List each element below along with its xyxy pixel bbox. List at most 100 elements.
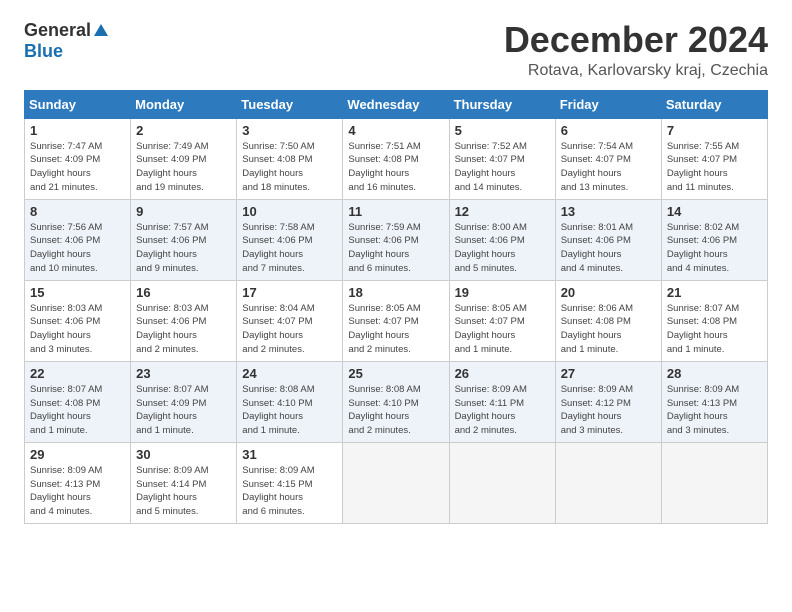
day-number: 7: [667, 123, 762, 138]
week-row-3: 15 Sunrise: 8:03 AM Sunset: 4:06 PM Dayl…: [25, 280, 768, 361]
col-thursday: Thursday: [449, 90, 555, 118]
cell-2-3: 10 Sunrise: 7:58 AM Sunset: 4:06 PM Dayl…: [237, 199, 343, 280]
col-wednesday: Wednesday: [343, 90, 449, 118]
cell-1-3: 3 Sunrise: 7:50 AM Sunset: 4:08 PM Dayli…: [237, 118, 343, 199]
title-section: December 2024 Rotava, Karlovarsky kraj, …: [504, 20, 768, 80]
day-info: Sunrise: 8:03 AM Sunset: 4:06 PM Dayligh…: [30, 303, 102, 355]
day-number: 22: [30, 366, 125, 381]
calendar-title: December 2024: [504, 20, 768, 60]
cell-4-5: 26 Sunrise: 8:09 AM Sunset: 4:11 PM Dayl…: [449, 361, 555, 442]
cell-3-6: 20 Sunrise: 8:06 AM Sunset: 4:08 PM Dayl…: [555, 280, 661, 361]
cell-4-6: 27 Sunrise: 8:09 AM Sunset: 4:12 PM Dayl…: [555, 361, 661, 442]
cell-2-5: 12 Sunrise: 8:00 AM Sunset: 4:06 PM Dayl…: [449, 199, 555, 280]
day-number: 31: [242, 447, 337, 462]
cell-5-2: 30 Sunrise: 8:09 AM Sunset: 4:14 PM Dayl…: [131, 442, 237, 523]
calendar-subtitle: Rotava, Karlovarsky kraj, Czechia: [504, 62, 768, 80]
col-monday: Monday: [131, 90, 237, 118]
week-row-2: 8 Sunrise: 7:56 AM Sunset: 4:06 PM Dayli…: [25, 199, 768, 280]
week-row-5: 29 Sunrise: 8:09 AM Sunset: 4:13 PM Dayl…: [25, 442, 768, 523]
day-number: 23: [136, 366, 231, 381]
cell-4-4: 25 Sunrise: 8:08 AM Sunset: 4:10 PM Dayl…: [343, 361, 449, 442]
day-info: Sunrise: 8:07 AM Sunset: 4:09 PM Dayligh…: [136, 384, 208, 436]
cell-4-7: 28 Sunrise: 8:09 AM Sunset: 4:13 PM Dayl…: [661, 361, 767, 442]
day-info: Sunrise: 8:07 AM Sunset: 4:08 PM Dayligh…: [667, 303, 739, 355]
day-info: Sunrise: 7:59 AM Sunset: 4:06 PM Dayligh…: [348, 222, 420, 274]
day-number: 16: [136, 285, 231, 300]
col-sunday: Sunday: [25, 90, 131, 118]
cell-3-5: 19 Sunrise: 8:05 AM Sunset: 4:07 PM Dayl…: [449, 280, 555, 361]
day-info: Sunrise: 8:04 AM Sunset: 4:07 PM Dayligh…: [242, 303, 314, 355]
cell-5-4: [343, 442, 449, 523]
day-number: 27: [561, 366, 656, 381]
day-info: Sunrise: 7:56 AM Sunset: 4:06 PM Dayligh…: [30, 222, 102, 274]
day-number: 5: [455, 123, 550, 138]
day-info: Sunrise: 8:09 AM Sunset: 4:13 PM Dayligh…: [30, 465, 102, 517]
cell-2-7: 14 Sunrise: 8:02 AM Sunset: 4:06 PM Dayl…: [661, 199, 767, 280]
cell-2-6: 13 Sunrise: 8:01 AM Sunset: 4:06 PM Dayl…: [555, 199, 661, 280]
day-number: 17: [242, 285, 337, 300]
cell-1-4: 4 Sunrise: 7:51 AM Sunset: 4:08 PM Dayli…: [343, 118, 449, 199]
cell-5-3: 31 Sunrise: 8:09 AM Sunset: 4:15 PM Dayl…: [237, 442, 343, 523]
cell-1-5: 5 Sunrise: 7:52 AM Sunset: 4:07 PM Dayli…: [449, 118, 555, 199]
cell-3-4: 18 Sunrise: 8:05 AM Sunset: 4:07 PM Dayl…: [343, 280, 449, 361]
cell-5-7: [661, 442, 767, 523]
day-number: 3: [242, 123, 337, 138]
day-number: 28: [667, 366, 762, 381]
week-row-1: 1 Sunrise: 7:47 AM Sunset: 4:09 PM Dayli…: [25, 118, 768, 199]
day-info: Sunrise: 8:02 AM Sunset: 4:06 PM Dayligh…: [667, 222, 739, 274]
cell-2-4: 11 Sunrise: 7:59 AM Sunset: 4:06 PM Dayl…: [343, 199, 449, 280]
day-info: Sunrise: 8:05 AM Sunset: 4:07 PM Dayligh…: [348, 303, 420, 355]
day-number: 11: [348, 204, 443, 219]
cell-2-1: 8 Sunrise: 7:56 AM Sunset: 4:06 PM Dayli…: [25, 199, 131, 280]
day-number: 4: [348, 123, 443, 138]
day-number: 30: [136, 447, 231, 462]
cell-4-3: 24 Sunrise: 8:08 AM Sunset: 4:10 PM Dayl…: [237, 361, 343, 442]
day-info: Sunrise: 8:09 AM Sunset: 4:14 PM Dayligh…: [136, 465, 208, 517]
day-info: Sunrise: 8:00 AM Sunset: 4:06 PM Dayligh…: [455, 222, 527, 274]
page-container: General Blue December 2024 Rotava, Karlo…: [24, 20, 768, 524]
day-info: Sunrise: 7:58 AM Sunset: 4:06 PM Dayligh…: [242, 222, 314, 274]
col-tuesday: Tuesday: [237, 90, 343, 118]
day-info: Sunrise: 7:52 AM Sunset: 4:07 PM Dayligh…: [455, 141, 527, 193]
day-number: 2: [136, 123, 231, 138]
header-row: Sunday Monday Tuesday Wednesday Thursday…: [25, 90, 768, 118]
logo-triangle-icon: [94, 24, 108, 36]
day-info: Sunrise: 7:50 AM Sunset: 4:08 PM Dayligh…: [242, 141, 314, 193]
col-saturday: Saturday: [661, 90, 767, 118]
cell-3-3: 17 Sunrise: 8:04 AM Sunset: 4:07 PM Dayl…: [237, 280, 343, 361]
day-info: Sunrise: 8:09 AM Sunset: 4:13 PM Dayligh…: [667, 384, 739, 436]
day-info: Sunrise: 7:47 AM Sunset: 4:09 PM Dayligh…: [30, 141, 102, 193]
day-number: 12: [455, 204, 550, 219]
day-info: Sunrise: 8:01 AM Sunset: 4:06 PM Dayligh…: [561, 222, 633, 274]
day-info: Sunrise: 7:54 AM Sunset: 4:07 PM Dayligh…: [561, 141, 633, 193]
logo: General Blue: [24, 20, 108, 62]
day-number: 13: [561, 204, 656, 219]
day-number: 26: [455, 366, 550, 381]
cell-3-2: 16 Sunrise: 8:03 AM Sunset: 4:06 PM Dayl…: [131, 280, 237, 361]
day-number: 8: [30, 204, 125, 219]
day-number: 29: [30, 447, 125, 462]
cell-1-1: 1 Sunrise: 7:47 AM Sunset: 4:09 PM Dayli…: [25, 118, 131, 199]
cell-3-7: 21 Sunrise: 8:07 AM Sunset: 4:08 PM Dayl…: [661, 280, 767, 361]
day-info: Sunrise: 8:05 AM Sunset: 4:07 PM Dayligh…: [455, 303, 527, 355]
logo-general-text: General: [24, 20, 91, 41]
day-number: 9: [136, 204, 231, 219]
day-number: 21: [667, 285, 762, 300]
day-number: 14: [667, 204, 762, 219]
cell-2-2: 9 Sunrise: 7:57 AM Sunset: 4:06 PM Dayli…: [131, 199, 237, 280]
day-info: Sunrise: 8:09 AM Sunset: 4:12 PM Dayligh…: [561, 384, 633, 436]
cell-1-2: 2 Sunrise: 7:49 AM Sunset: 4:09 PM Dayli…: [131, 118, 237, 199]
day-number: 20: [561, 285, 656, 300]
day-number: 10: [242, 204, 337, 219]
day-info: Sunrise: 8:03 AM Sunset: 4:06 PM Dayligh…: [136, 303, 208, 355]
day-number: 6: [561, 123, 656, 138]
day-info: Sunrise: 7:57 AM Sunset: 4:06 PM Dayligh…: [136, 222, 208, 274]
day-info: Sunrise: 8:07 AM Sunset: 4:08 PM Dayligh…: [30, 384, 102, 436]
day-info: Sunrise: 8:09 AM Sunset: 4:15 PM Dayligh…: [242, 465, 314, 517]
header: General Blue December 2024 Rotava, Karlo…: [24, 20, 768, 80]
cell-3-1: 15 Sunrise: 8:03 AM Sunset: 4:06 PM Dayl…: [25, 280, 131, 361]
cell-1-6: 6 Sunrise: 7:54 AM Sunset: 4:07 PM Dayli…: [555, 118, 661, 199]
cell-5-1: 29 Sunrise: 8:09 AM Sunset: 4:13 PM Dayl…: [25, 442, 131, 523]
day-info: Sunrise: 7:55 AM Sunset: 4:07 PM Dayligh…: [667, 141, 739, 193]
logo-line2: Blue: [24, 41, 63, 62]
